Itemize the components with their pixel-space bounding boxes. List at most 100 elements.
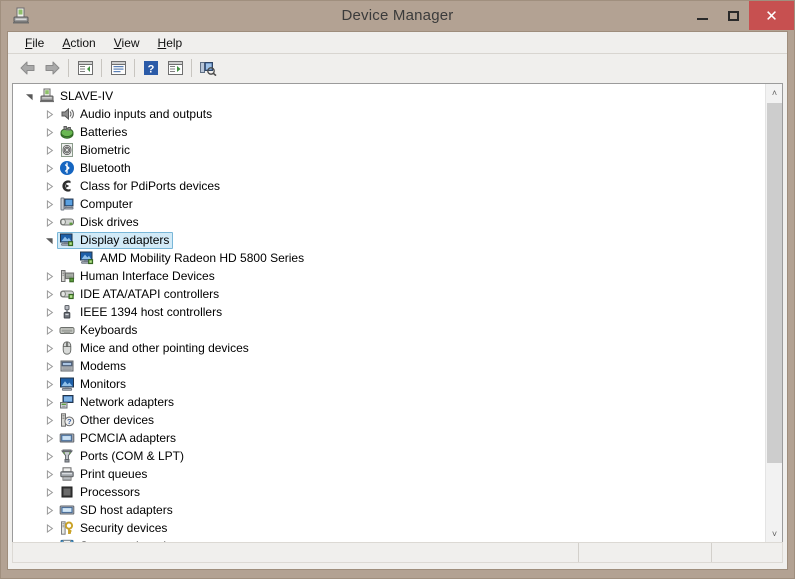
expand-twisty-icon[interactable] xyxy=(41,195,57,213)
tree-node[interactable]: Human Interface Devices xyxy=(13,267,766,285)
svg-text:?: ? xyxy=(148,63,155,75)
expand-twisty-icon[interactable] xyxy=(41,303,57,321)
help-button[interactable]: ? xyxy=(139,56,163,79)
tree-node[interactable]: Mice and other pointing devices xyxy=(13,339,766,357)
expand-twisty-icon[interactable] xyxy=(41,357,57,375)
keyboard-icon xyxy=(59,322,75,338)
expand-twisty-icon[interactable] xyxy=(41,429,57,447)
ide-controller-icon xyxy=(59,286,75,302)
back-button[interactable] xyxy=(16,56,40,79)
menu-view-rest: iew xyxy=(122,36,140,50)
menu-file[interactable]: File xyxy=(16,34,53,52)
forward-button[interactable] xyxy=(40,56,64,79)
minimize-icon xyxy=(697,18,708,20)
status-pane-2 xyxy=(579,543,712,562)
update-driver-button[interactable] xyxy=(163,56,187,79)
tree-node-content: SLAVE-IV xyxy=(37,88,117,105)
tree-node[interactable]: Display adapters xyxy=(13,231,766,249)
minimize-button[interactable] xyxy=(687,1,718,30)
tree-node[interactable]: IDE ATA/ATAPI controllers xyxy=(13,285,766,303)
tree-node[interactable]: Monitors xyxy=(13,375,766,393)
scroll-down-button[interactable]: ˅ xyxy=(766,525,783,542)
tree-node-content: Modems xyxy=(57,358,130,375)
tree-node[interactable]: IEEE 1394 host controllers xyxy=(13,303,766,321)
expand-twisty-icon[interactable] xyxy=(41,375,57,393)
tree-vertical-scrollbar[interactable]: ˄ ˅ xyxy=(765,84,782,542)
expand-twisty-icon[interactable] xyxy=(41,483,57,501)
security-key-icon xyxy=(59,520,75,536)
tree-node-label: IEEE 1394 host controllers xyxy=(80,304,222,320)
fingerprint-icon xyxy=(59,142,75,158)
tree-node[interactable]: PCMCIA adapters xyxy=(13,429,766,447)
tree-node[interactable]: Print queues xyxy=(13,465,766,483)
tree-node-content: Print queues xyxy=(57,466,151,483)
tree-node-content: Processors xyxy=(57,484,144,501)
tree-node-label: Class for PdiPorts devices xyxy=(80,178,220,194)
expand-twisty-icon[interactable] xyxy=(41,393,57,411)
expand-twisty-icon[interactable] xyxy=(41,159,57,177)
expand-twisty-icon[interactable] xyxy=(41,123,57,141)
tree-node-label: Ports (COM & LPT) xyxy=(80,448,184,464)
menu-help[interactable]: Help xyxy=(149,34,192,52)
tree-node[interactable]: Modems xyxy=(13,357,766,375)
expand-twisty-icon[interactable] xyxy=(41,465,57,483)
expand-twisty-icon[interactable] xyxy=(41,213,57,231)
expand-twisty-icon[interactable] xyxy=(41,411,57,429)
show-hide-console-tree-button[interactable] xyxy=(73,56,97,79)
back-arrow-icon xyxy=(19,60,37,76)
device-tree-pane[interactable]: SLAVE-IVAudio inputs and outputsBatterie… xyxy=(12,83,783,543)
tree-node[interactable]: Network adapters xyxy=(13,393,766,411)
tree-node[interactable]: ?Other devices xyxy=(13,411,766,429)
forward-arrow-icon xyxy=(43,60,61,76)
tree-node[interactable]: Biometric xyxy=(13,141,766,159)
scroll-thumb[interactable] xyxy=(767,103,782,463)
expand-twisty-icon[interactable] xyxy=(41,321,57,339)
status-pane-3 xyxy=(712,543,782,562)
expand-twisty-icon[interactable] xyxy=(41,177,57,195)
tree-node[interactable]: Security devices xyxy=(13,519,766,537)
tree-node[interactable]: Ports (COM & LPT) xyxy=(13,447,766,465)
expand-twisty-icon[interactable] xyxy=(41,141,57,159)
device-manager-window: Device Manager ✕ File Action View Help xyxy=(0,0,795,579)
tree-node[interactable]: Audio inputs and outputs xyxy=(13,105,766,123)
collapse-twisty-icon[interactable] xyxy=(21,87,37,105)
maximize-button[interactable] xyxy=(718,1,749,30)
tree-node-label: Display adapters xyxy=(80,232,169,248)
expand-twisty-icon[interactable] xyxy=(41,285,57,303)
scan-for-hardware-changes-button[interactable] xyxy=(196,56,220,79)
pcmcia-icon xyxy=(59,430,75,446)
tree-node[interactable]: Computer xyxy=(13,195,766,213)
caption-buttons: ✕ xyxy=(687,1,794,30)
collapse-twisty-icon[interactable] xyxy=(41,231,57,249)
tree-node-content: Class for PdiPorts devices xyxy=(57,178,224,195)
expand-twisty-icon[interactable] xyxy=(41,519,57,537)
tree-node-label: AMD Mobility Radeon HD 5800 Series xyxy=(100,250,304,266)
tree-node[interactable]: SD host adapters xyxy=(13,501,766,519)
expand-twisty-icon[interactable] xyxy=(41,339,57,357)
expand-twisty-icon[interactable] xyxy=(41,267,57,285)
tree-node[interactable]: Keyboards xyxy=(13,321,766,339)
scroll-up-button[interactable]: ˄ xyxy=(766,84,783,101)
expand-twisty-icon[interactable] xyxy=(41,501,57,519)
tree-node[interactable]: Class for PdiPorts devices xyxy=(13,177,766,195)
pdiports-icon xyxy=(59,178,75,194)
tree-node-content: Computer xyxy=(57,196,137,213)
tree-node[interactable]: Bluetooth xyxy=(13,159,766,177)
menu-view[interactable]: View xyxy=(105,34,149,52)
tree-node[interactable]: AMD Mobility Radeon HD 5800 Series xyxy=(13,249,766,267)
tree-node[interactable]: SLAVE-IV xyxy=(13,87,766,105)
toolbar: ? xyxy=(8,54,787,81)
tree-node-label: Security devices xyxy=(80,520,167,536)
tree-node[interactable]: Batteries xyxy=(13,123,766,141)
title-bar[interactable]: Device Manager ✕ xyxy=(1,1,794,31)
tree-node[interactable]: Processors xyxy=(13,483,766,501)
tree-node[interactable]: Disk drives xyxy=(13,213,766,231)
expand-twisty-icon[interactable] xyxy=(41,105,57,123)
close-button[interactable]: ✕ xyxy=(749,1,794,30)
properties-button[interactable] xyxy=(106,56,130,79)
expand-twisty-icon[interactable] xyxy=(41,447,57,465)
tree-node-label: IDE ATA/ATAPI controllers xyxy=(80,286,219,302)
menu-action[interactable]: Action xyxy=(53,34,104,52)
battery-icon xyxy=(59,124,75,140)
tree-node-content: SD host adapters xyxy=(57,502,177,519)
